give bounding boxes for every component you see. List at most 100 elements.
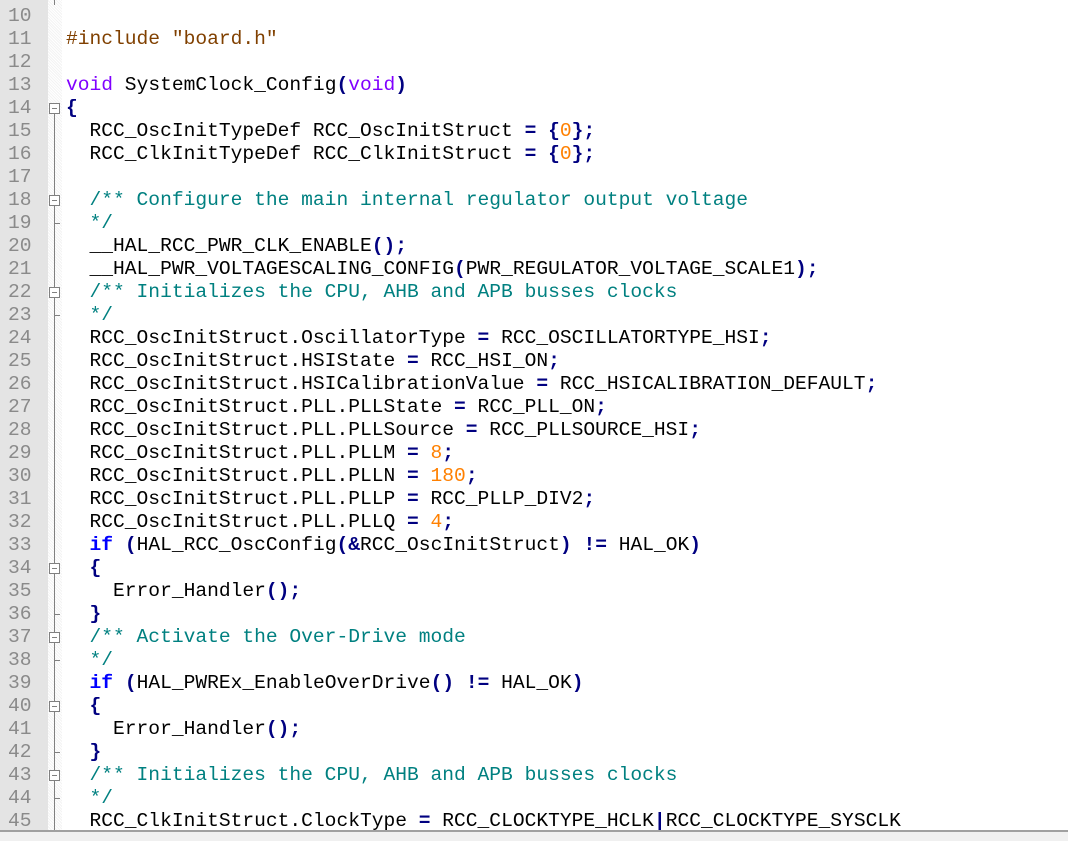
code-line[interactable]: 34 { [0, 557, 1068, 580]
fold-marker[interactable] [48, 189, 62, 212]
code-line[interactable]: 12 [0, 51, 1068, 74]
code-line[interactable]: 44 */ [0, 787, 1068, 810]
code-text: /** Initializes the CPU, AHB and APB bus… [66, 281, 678, 304]
code-line[interactable]: 31 RCC_OscInitStruct.PLL.PLLP = RCC_PLLP… [0, 488, 1068, 511]
code-token: 0 [559, 143, 572, 165]
horizontal-scrollbar[interactable] [0, 830, 1068, 841]
code-line[interactable]: 19 */ [0, 212, 1068, 235]
fold-marker[interactable] [48, 97, 62, 120]
code-token: void [66, 74, 114, 96]
fold-marker[interactable] [48, 626, 62, 649]
code-token: RCC_OscInitStruct.PLL.PLLSource [66, 419, 466, 441]
code-token: RCC_OscInitTypeDef RCC_OscInitStruct [66, 120, 525, 142]
code-line[interactable]: 43 /** Initializes the CPU, AHB and APB … [0, 764, 1068, 787]
fold-marker[interactable] [48, 695, 62, 718]
code-token: = [407, 350, 419, 372]
code-line[interactable]: 27 RCC_OscInitStruct.PLL.PLLState = RCC_… [0, 396, 1068, 419]
code-text: RCC_ClkInitTypeDef RCC_ClkInitStruct = {… [66, 143, 596, 166]
code-token: != [583, 534, 607, 556]
fold-line [54, 672, 55, 695]
code-token: RCC_ClkInitStruct.ClockType [66, 810, 419, 832]
line-number: 37 [8, 626, 32, 648]
fold-marker[interactable] [48, 557, 62, 580]
collapse-icon[interactable] [49, 632, 60, 643]
code-token: } [89, 741, 102, 763]
code-line[interactable]: 13 void SystemClock_Config(void) [0, 74, 1068, 97]
code-token: ; [689, 419, 701, 441]
code-line[interactable]: 32 RCC_OscInitStruct.PLL.PLLQ = 4; [0, 511, 1068, 534]
code-text: */ [66, 212, 114, 235]
fold-marker [48, 488, 62, 511]
code-line[interactable]: 35 Error_Handler(); [0, 580, 1068, 603]
code-line[interactable]: 14 { [0, 97, 1068, 120]
code-token: SystemClock_Config [113, 74, 337, 96]
code-token: __HAL_RCC_PWR_CLK_ENABLE [66, 235, 372, 257]
code-token: */ [66, 0, 114, 4]
collapse-icon[interactable] [49, 701, 60, 712]
code-token: { [89, 557, 102, 579]
code-text: */ [66, 787, 114, 810]
fold-marker [48, 5, 62, 28]
code-line[interactable]: 38 */ [0, 649, 1068, 672]
code-token: ( [336, 74, 349, 96]
collapse-icon[interactable] [49, 770, 60, 781]
line-number: 20 [8, 235, 32, 257]
code-line[interactable]: 28 RCC_OscInitStruct.PLL.PLLSource = RCC… [0, 419, 1068, 442]
code-line[interactable]: 26 RCC_OscInitStruct.HSICalibrationValue… [0, 373, 1068, 396]
fold-line [54, 488, 55, 511]
collapse-icon[interactable] [49, 103, 60, 114]
code-line[interactable]: 15 RCC_OscInitTypeDef RCC_OscInitStruct … [0, 120, 1068, 143]
code-line[interactable]: 33 if (HAL_RCC_OscConfig(&RCC_OscInitStr… [0, 534, 1068, 557]
code-line[interactable]: 20 __HAL_RCC_PWR_CLK_ENABLE(); [0, 235, 1068, 258]
line-number: 30 [8, 465, 32, 487]
fold-line [54, 396, 55, 419]
code-line[interactable]: 21 __HAL_PWR_VOLTAGESCALING_CONFIG(PWR_R… [0, 258, 1068, 281]
code-token: */ [66, 212, 114, 234]
collapse-icon[interactable] [49, 287, 60, 298]
code-token: }; [571, 143, 596, 165]
code-line[interactable]: 39 if (HAL_PWREx_EnableOverDrive() != HA… [0, 672, 1068, 695]
code-token: HAL_PWREx_EnableOverDrive [136, 672, 431, 694]
code-token: = [418, 810, 431, 832]
line-number: 32 [8, 511, 32, 533]
line-number: 10 [8, 5, 32, 27]
code-line[interactable]: 29 RCC_OscInitStruct.PLL.PLLM = 8; [0, 442, 1068, 465]
code-token: if [89, 534, 114, 556]
code-line[interactable]: 18 /** Configure the main internal regul… [0, 189, 1068, 212]
code-token: = [407, 511, 419, 533]
code-token: HAL_OK [606, 534, 690, 556]
code-text: RCC_OscInitStruct.PLL.PLLP = RCC_PLLP_DI… [66, 488, 596, 511]
code-line[interactable]: 17 [0, 166, 1068, 189]
code-line[interactable]: 41 Error_Handler(); [0, 718, 1068, 741]
fold-line [54, 442, 55, 465]
collapse-icon[interactable] [49, 195, 60, 206]
code-text: RCC_OscInitStruct.HSIState = RCC_HSI_ON; [66, 350, 560, 373]
code-token: RCC_OscInitStruct.HSIState [66, 350, 407, 372]
code-line[interactable]: 40 { [0, 695, 1068, 718]
code-line[interactable]: 23 */ [0, 304, 1068, 327]
code-line[interactable]: 16 RCC_ClkInitTypeDef RCC_ClkInitStruct … [0, 143, 1068, 166]
collapse-icon[interactable] [49, 563, 60, 574]
fold-marker[interactable] [48, 764, 62, 787]
code-token: ); [795, 258, 819, 280]
code-editor[interactable]: */ 1011 #include "board.h" 1213 void SystemC… [0, 0, 1068, 833]
code-line[interactable]: 11 #include "board.h" [0, 28, 1068, 51]
fold-marker[interactable] [48, 281, 62, 304]
code-line[interactable]: 10 [0, 5, 1068, 28]
code-line[interactable]: 25 RCC_OscInitStruct.HSIState = RCC_HSI_… [0, 350, 1068, 373]
code-line[interactable]: 24 RCC_OscInitStruct.OscillatorType = RC… [0, 327, 1068, 350]
fold-marker [48, 787, 62, 810]
line-number: 24 [8, 327, 32, 349]
code-line[interactable]: 22 /** Initializes the CPU, AHB and APB … [0, 281, 1068, 304]
code-line[interactable]: 36 } [0, 603, 1068, 626]
code-line[interactable]: 37 /** Activate the Over-Drive mode [0, 626, 1068, 649]
fold-line [54, 465, 55, 488]
code-line[interactable]: 30 RCC_OscInitStruct.PLL.PLLN = 180; [0, 465, 1068, 488]
code-line[interactable]: 42 } [0, 741, 1068, 764]
code-token: RCC_HSI_ON [418, 350, 549, 372]
code-token: () [430, 672, 455, 694]
